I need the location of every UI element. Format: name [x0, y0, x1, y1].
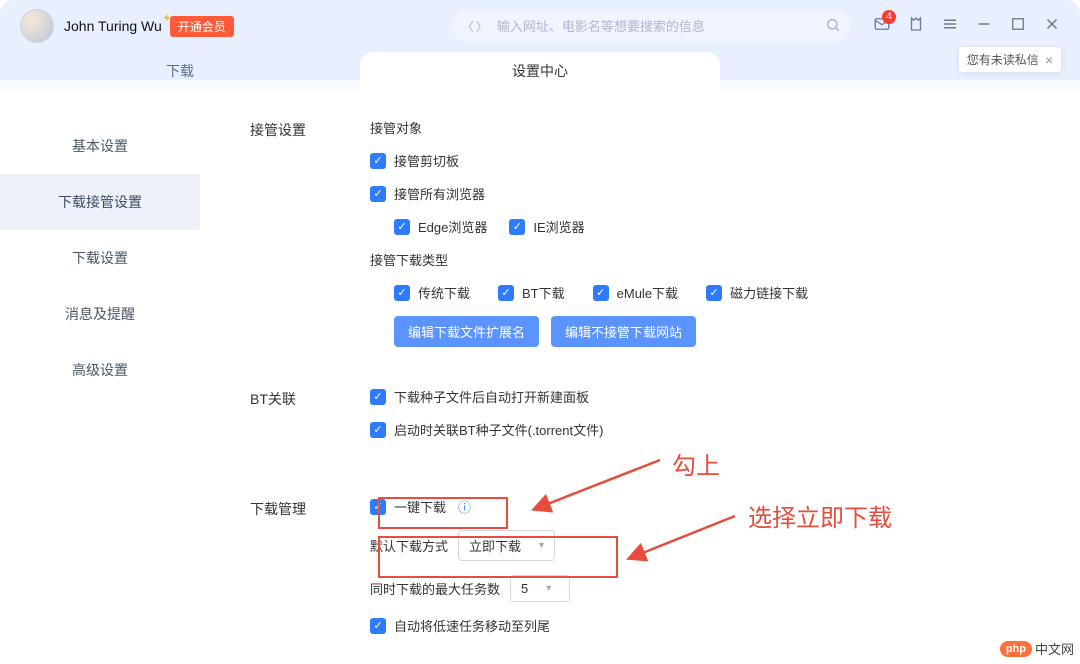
- watermark: php 中文网: [1000, 639, 1074, 658]
- checkbox-bt[interactable]: ✓ BT下载: [498, 283, 565, 302]
- sidebar-item-basic[interactable]: 基本设置: [0, 118, 200, 174]
- menu-icon[interactable]: [940, 14, 960, 34]
- minimize-button[interactable]: [974, 14, 994, 34]
- checkbox-traditional[interactable]: ✓ 传统下载: [394, 283, 470, 302]
- check-icon: ✓: [370, 153, 386, 169]
- check-icon: ✓: [394, 285, 410, 301]
- check-icon: ✓: [370, 186, 386, 202]
- maximize-button[interactable]: [1008, 14, 1028, 34]
- checkbox-bt-assoc[interactable]: ✓ 启动时关联BT种子文件(.torrent文件): [370, 420, 603, 439]
- max-tasks-select[interactable]: 5 ▾: [510, 575, 570, 602]
- edit-sites-button[interactable]: 编辑不接管下载网站: [551, 316, 696, 347]
- max-tasks-label: 同时下载的最大任务数: [370, 579, 500, 598]
- vip-badge[interactable]: 开通会员: [170, 16, 234, 37]
- checkbox-move-low[interactable]: ✓ 自动将低速任务移动至列尾: [370, 616, 550, 635]
- check-icon: ✓: [370, 499, 386, 515]
- checkbox-magnet[interactable]: ✓ 磁力链接下载: [706, 283, 808, 302]
- watermark-badge: php: [1000, 641, 1032, 657]
- default-mode-select[interactable]: 立即下载 ▾: [458, 530, 555, 561]
- takeover-target-title: 接管对象: [370, 118, 1050, 137]
- avatar[interactable]: [20, 9, 54, 43]
- section-label-takeover: 接管设置: [250, 118, 370, 361]
- nav-forward-icon[interactable]: 〉: [475, 18, 489, 35]
- sidebar-item-download[interactable]: 下载设置: [0, 230, 200, 286]
- checkbox-clipboard[interactable]: ✓ 接管剪切板: [370, 151, 459, 170]
- info-icon[interactable]: ⓘ: [458, 497, 471, 516]
- takeover-type-title: 接管下载类型: [370, 250, 1050, 269]
- close-button[interactable]: [1042, 14, 1062, 34]
- check-icon: ✓: [370, 422, 386, 438]
- checkbox-bt-auto-open[interactable]: ✓ 下载种子文件后自动打开新建面板: [370, 387, 589, 406]
- check-icon: ✓: [370, 618, 386, 634]
- check-icon: ✓: [706, 285, 722, 301]
- section-label-bt: BT关联: [250, 387, 370, 453]
- username[interactable]: John Turing Wu: [64, 18, 162, 34]
- check-icon: ✓: [370, 389, 386, 405]
- checkbox-ie[interactable]: ✓ IE浏览器: [509, 217, 584, 236]
- watermark-text: 中文网: [1035, 639, 1074, 658]
- tab-settings[interactable]: 设置中心: [360, 52, 720, 90]
- chevron-down-icon: ▾: [539, 540, 544, 551]
- edit-extensions-button[interactable]: 编辑下载文件扩展名: [394, 316, 539, 347]
- check-icon: ✓: [498, 285, 514, 301]
- section-label-dlmgr: 下载管理: [250, 497, 370, 649]
- search-input[interactable]: [497, 19, 817, 34]
- checkbox-edge[interactable]: ✓ Edge浏览器: [394, 217, 487, 236]
- check-icon: ✓: [394, 219, 410, 235]
- checkbox-all-browsers[interactable]: ✓ 接管所有浏览器: [370, 184, 485, 203]
- settings-sidebar: 基本设置 下载接管设置 下载设置 消息及提醒 高级设置: [0, 90, 200, 664]
- tab-download[interactable]: 下载: [0, 52, 360, 90]
- sidebar-item-advanced[interactable]: 高级设置: [0, 342, 200, 398]
- wardrobe-icon[interactable]: [906, 14, 926, 34]
- chevron-down-icon: ▾: [546, 583, 551, 594]
- sidebar-item-takeover[interactable]: 下载接管设置: [0, 174, 200, 230]
- checkbox-one-click[interactable]: ✓ 一键下载 ⓘ: [370, 497, 471, 516]
- search-icon[interactable]: [825, 17, 841, 36]
- sidebar-item-messages[interactable]: 消息及提醒: [0, 286, 200, 342]
- check-icon: ✓: [509, 219, 525, 235]
- mail-icon[interactable]: 4: [872, 14, 892, 34]
- nav-back-icon[interactable]: 〈: [461, 18, 475, 35]
- check-icon: ✓: [593, 285, 609, 301]
- default-mode-label: 默认下载方式: [370, 536, 448, 555]
- mail-badge: 4: [882, 10, 896, 24]
- checkbox-emule[interactable]: ✓ eMule下载: [593, 283, 678, 302]
